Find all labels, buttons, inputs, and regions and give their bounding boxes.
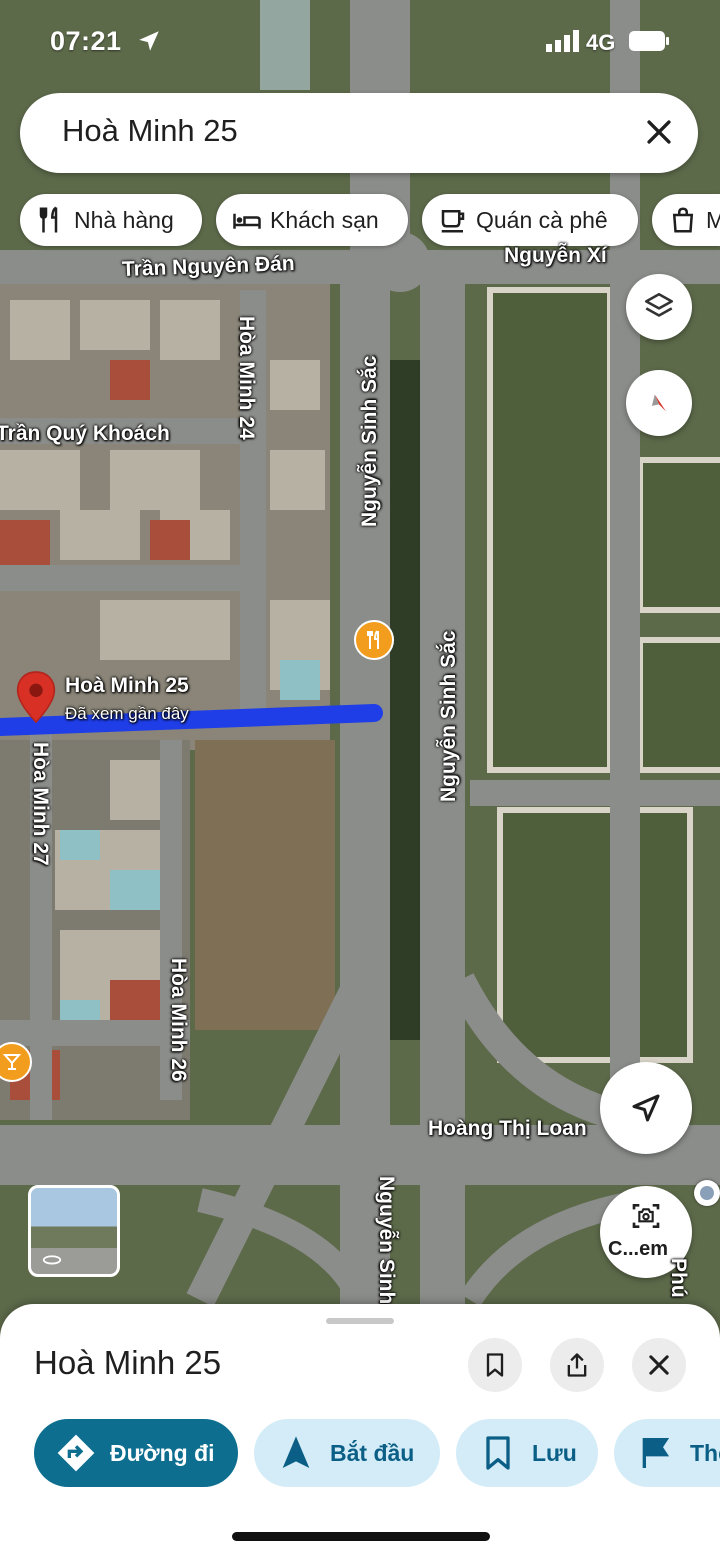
chip-restaurants[interactable]: Nhà hàng [20, 194, 202, 246]
my-location-button[interactable] [600, 1062, 692, 1154]
street-label-nguyen-sinh: Nguyễn Sinh [375, 1176, 398, 1305]
shopping-icon [672, 207, 694, 233]
place-sheet[interactable]: Hoà Minh 25 Đường đi Bắt đầu Lưu The [0, 1304, 720, 1557]
chip-label: Quán cà phê [476, 206, 608, 233]
street-view-thumbnail[interactable] [28, 1185, 120, 1277]
signal-icon [546, 30, 579, 52]
restaurant-icon [39, 206, 58, 233]
street-label-hoa-minh-24: Hòa Minh 24 [235, 316, 258, 440]
rotate-360-icon [42, 1255, 62, 1265]
location-pin-icon[interactable] [16, 670, 56, 724]
pin-subtitle: Đã xem gần đây [65, 704, 189, 723]
label-button[interactable]: The [614, 1419, 720, 1487]
street-label-hoa-minh-26: Hòa Minh 26 [167, 958, 190, 1082]
drink-icon [2, 1054, 22, 1070]
bookmark-icon [486, 1353, 504, 1377]
status-time: 07:21 [50, 26, 122, 56]
search-bar[interactable]: Hoà Minh 25 [20, 93, 698, 173]
battery-icon [629, 31, 669, 51]
save-button[interactable] [468, 1338, 522, 1392]
drag-handle[interactable] [326, 1318, 394, 1324]
place-title: Hoà Minh 25 [34, 1344, 222, 1381]
close-sheet-button[interactable] [632, 1338, 686, 1392]
layers-icon [644, 292, 674, 317]
compass-icon [651, 394, 667, 412]
restaurant-icon [367, 630, 379, 649]
street-label-hoa-minh-27: Hòa Minh 27 [29, 742, 52, 866]
street-label-nguyen-sinh-sac-2: Nguyễn Sinh Sắc [437, 630, 460, 802]
location-arrow-icon [139, 31, 159, 51]
network-type: 4G [586, 30, 616, 55]
chip-cafes[interactable]: Quán cà phê [422, 194, 638, 246]
status-bar: 07:21 4G [0, 0, 720, 80]
chip-shopping[interactable]: M [652, 194, 720, 246]
camera-label: C...em [608, 1238, 669, 1260]
street-label-nguyen-xi: Nguyễn Xí [504, 244, 607, 267]
compass-button[interactable] [626, 370, 692, 436]
home-indicator [232, 1532, 490, 1541]
navigation-arrow-icon [282, 1436, 310, 1468]
share-icon [567, 1353, 587, 1377]
start-button[interactable]: Bắt đầu [254, 1419, 440, 1487]
street-label-tran-quy-khoach: Trần Quý Khoách [0, 422, 170, 445]
flag-icon [642, 1438, 670, 1468]
coffee-icon [441, 210, 465, 233]
blue-location-dot [694, 1180, 720, 1206]
street-label-phu: Phú [667, 1258, 690, 1298]
navigation-arrow-icon [632, 1094, 660, 1122]
start-label: Bắt đầu [330, 1439, 415, 1466]
camera-icon [632, 1204, 660, 1228]
close-icon [649, 1355, 669, 1375]
chip-label: M [706, 206, 720, 233]
directions-icon [57, 1434, 95, 1472]
save-label: Lưu [532, 1439, 577, 1466]
bookmark-icon [486, 1436, 510, 1470]
chip-label: Khách sạn [270, 206, 379, 233]
chip-hotels[interactable]: Khách sạn [216, 194, 408, 246]
directions-button[interactable]: Đường đi [34, 1419, 238, 1487]
hotel-icon [233, 213, 261, 229]
chip-label: Nhà hàng [74, 206, 174, 233]
street-label-hoang-thi-loan: Hoàng Thị Loan [428, 1117, 587, 1140]
save-place-button[interactable]: Lưu [456, 1419, 598, 1487]
layers-button[interactable] [626, 274, 692, 340]
search-query[interactable]: Hoà Minh 25 [62, 113, 238, 149]
close-icon[interactable] [642, 115, 676, 149]
directions-label: Đường đi [110, 1439, 215, 1466]
label-button-label: The [690, 1439, 720, 1466]
share-button[interactable] [550, 1338, 604, 1392]
pin-title: Hoà Minh 25 [65, 674, 189, 697]
restaurant-marker[interactable] [354, 620, 394, 660]
street-label-nguyen-sinh-sac-1: Nguyễn Sinh Sắc [358, 355, 381, 527]
